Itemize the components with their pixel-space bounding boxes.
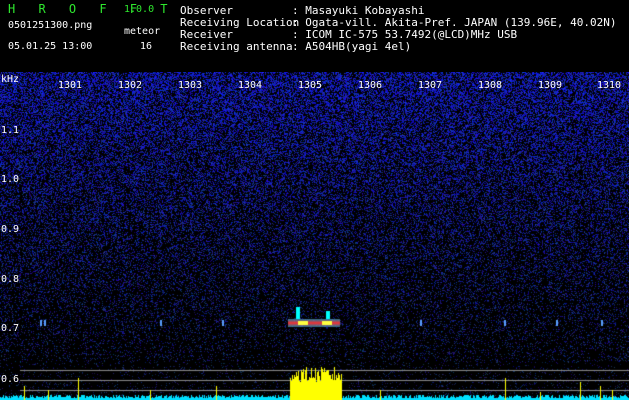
y-tick-label: 1.1 <box>1 125 20 136</box>
info-label-antenna: Receiving antenna <box>180 40 293 53</box>
x-tick-label: 1308 <box>478 80 503 91</box>
x-tick-label: 1306 <box>358 80 383 91</box>
x-tick-label: 1304 <box>238 80 263 91</box>
file-name: 0501251300.png <box>8 20 93 31</box>
x-tick-label: 1305 <box>298 80 323 91</box>
x-tick-label: 1309 <box>538 80 563 91</box>
y-tick-label: 0.6 <box>1 374 20 385</box>
app-version: 1.0.0 <box>124 4 155 15</box>
y-tick-label: 0.9 <box>1 224 20 235</box>
meteor-label: meteor <box>124 26 161 37</box>
y-tick-label: 1.0 <box>1 174 20 185</box>
info-value-antenna: : A504HB(yagi 4el) <box>292 40 412 53</box>
x-tick-label: 1307 <box>418 80 443 91</box>
date-time: 05.01.25 13:00 <box>8 41 93 52</box>
meteor-count: 16 <box>140 41 153 52</box>
spectrogram-canvas <box>0 72 629 400</box>
x-tick-label: 1301 <box>58 80 83 91</box>
y-axis-unit: kHz <box>1 74 20 85</box>
x-tick-label: 1303 <box>178 80 203 91</box>
y-tick-label: 0.7 <box>1 323 20 334</box>
y-tick-label: 0.8 <box>1 274 20 285</box>
header-panel: H R O F F T 1.0.0 0501251300.png meteor … <box>0 0 629 72</box>
x-tick-label: 1310 <box>597 80 622 91</box>
x-tick-label: 1302 <box>118 80 143 91</box>
